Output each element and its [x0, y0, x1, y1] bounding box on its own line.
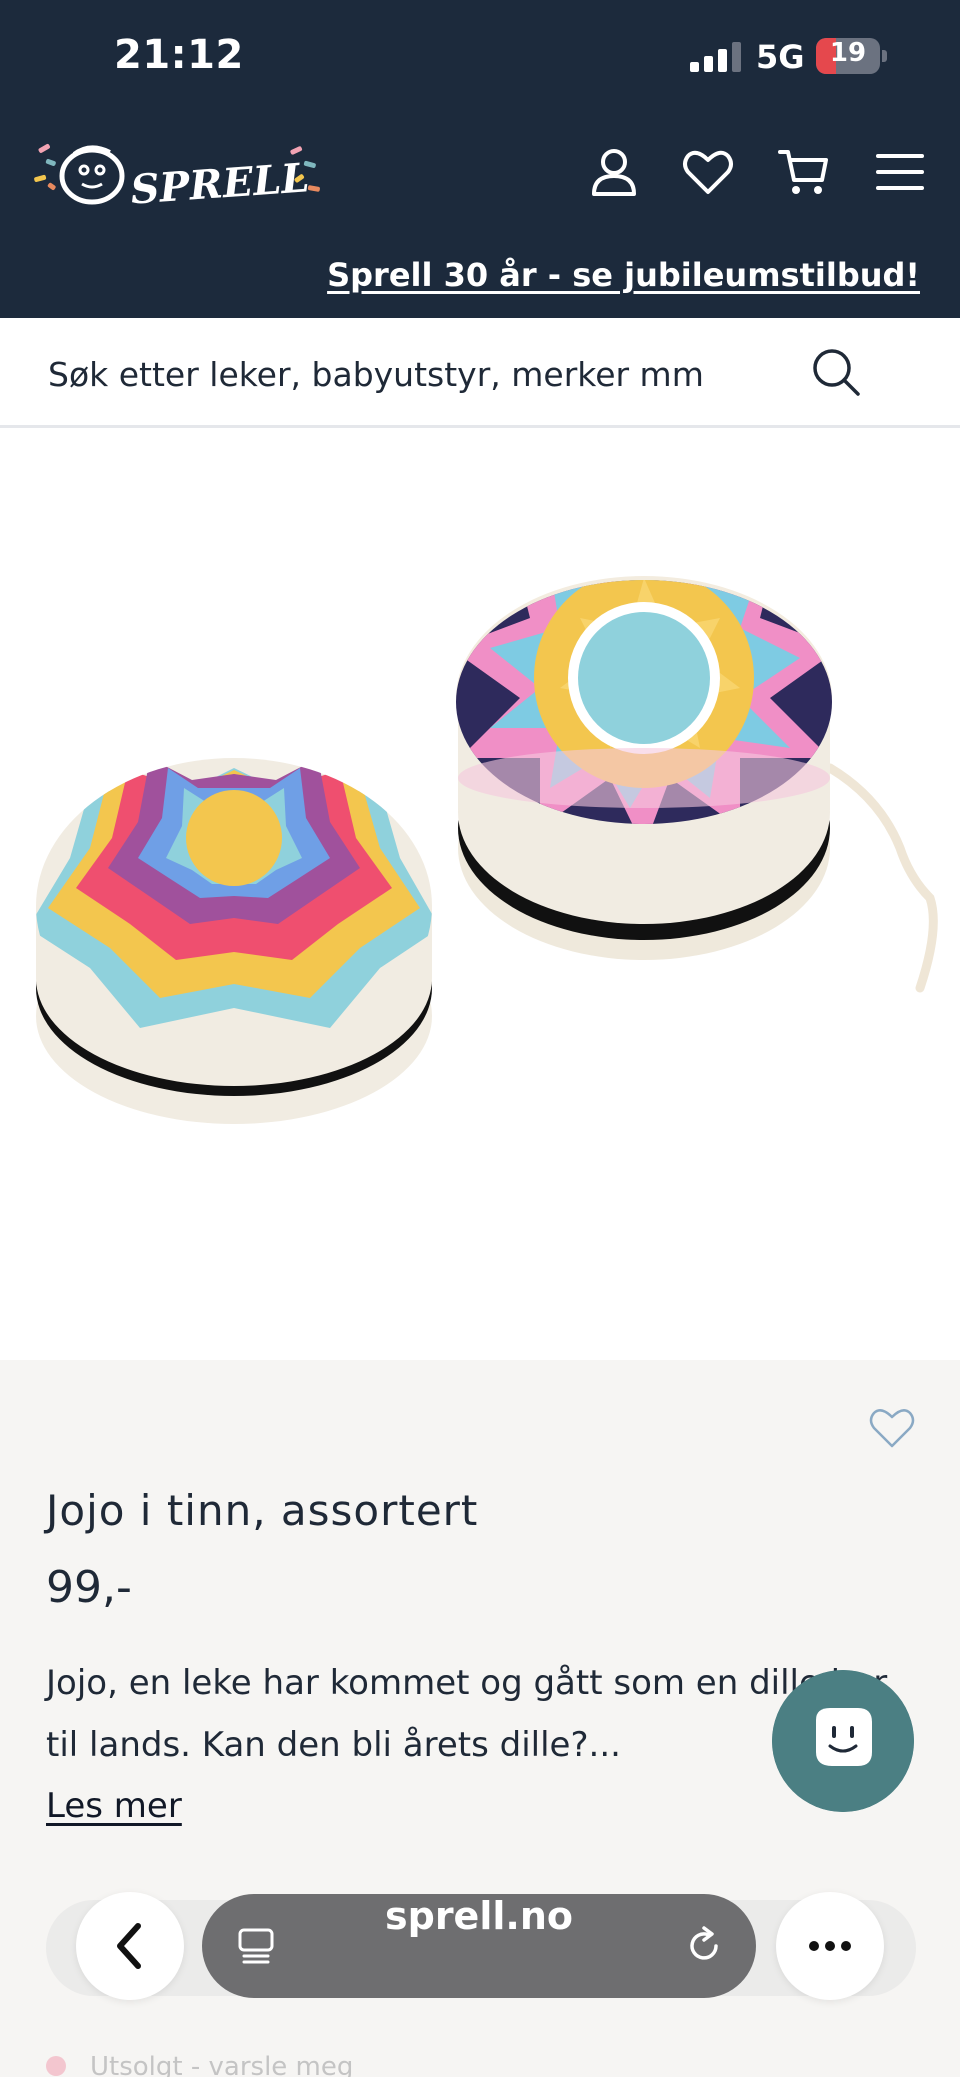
search-icon[interactable] — [808, 344, 864, 400]
stock-status-text[interactable]: Utsolgt - varsle meg — [90, 2052, 353, 2077]
url-text: sprell.no — [385, 1894, 573, 1938]
browser-back-button[interactable] — [76, 1892, 184, 2000]
stock-status-dot — [46, 2056, 66, 2076]
network-type: 5G — [756, 38, 805, 76]
yoyo-right — [456, 576, 938, 993]
account-icon[interactable] — [586, 144, 642, 200]
signal-icon — [690, 42, 741, 72]
chat-bubble-icon[interactable] — [772, 1670, 914, 1812]
promo-link[interactable]: Sprell 30 år - se jubileumstilbud! — [327, 256, 920, 294]
heart-icon[interactable] — [680, 144, 736, 200]
sprell-logo[interactable]: SPRELL — [32, 128, 332, 220]
status-bar: 21:12 5G 19 — [0, 0, 960, 110]
menu-icon[interactable] — [872, 144, 928, 200]
product-title: Jojo i tinn, assortert — [46, 1486, 479, 1535]
cart-icon[interactable] — [776, 144, 832, 200]
logo-text: SPRELL — [129, 154, 311, 213]
ellipsis-icon — [809, 1941, 851, 1951]
status-time: 21:12 — [114, 32, 244, 78]
favorite-heart-icon[interactable] — [866, 1402, 918, 1454]
search-input[interactable] — [48, 346, 808, 402]
product-price: 99,- — [46, 1562, 132, 1613]
product-image[interactable] — [0, 428, 960, 1360]
battery-percent: 19 — [829, 38, 867, 68]
address-bar[interactable]: sprell.no — [202, 1894, 756, 1998]
browser-more-button[interactable] — [776, 1892, 884, 2000]
yoyo-left — [36, 758, 432, 1124]
reload-icon[interactable] — [682, 1924, 726, 1968]
read-more-link[interactable]: Les mer — [46, 1786, 182, 1826]
chevron-left-icon — [117, 1923, 141, 1969]
site-header: 21:12 5G 19 SPRELL Sprell 30 år - se jub… — [0, 0, 960, 318]
battery-icon: 19 — [816, 38, 888, 74]
